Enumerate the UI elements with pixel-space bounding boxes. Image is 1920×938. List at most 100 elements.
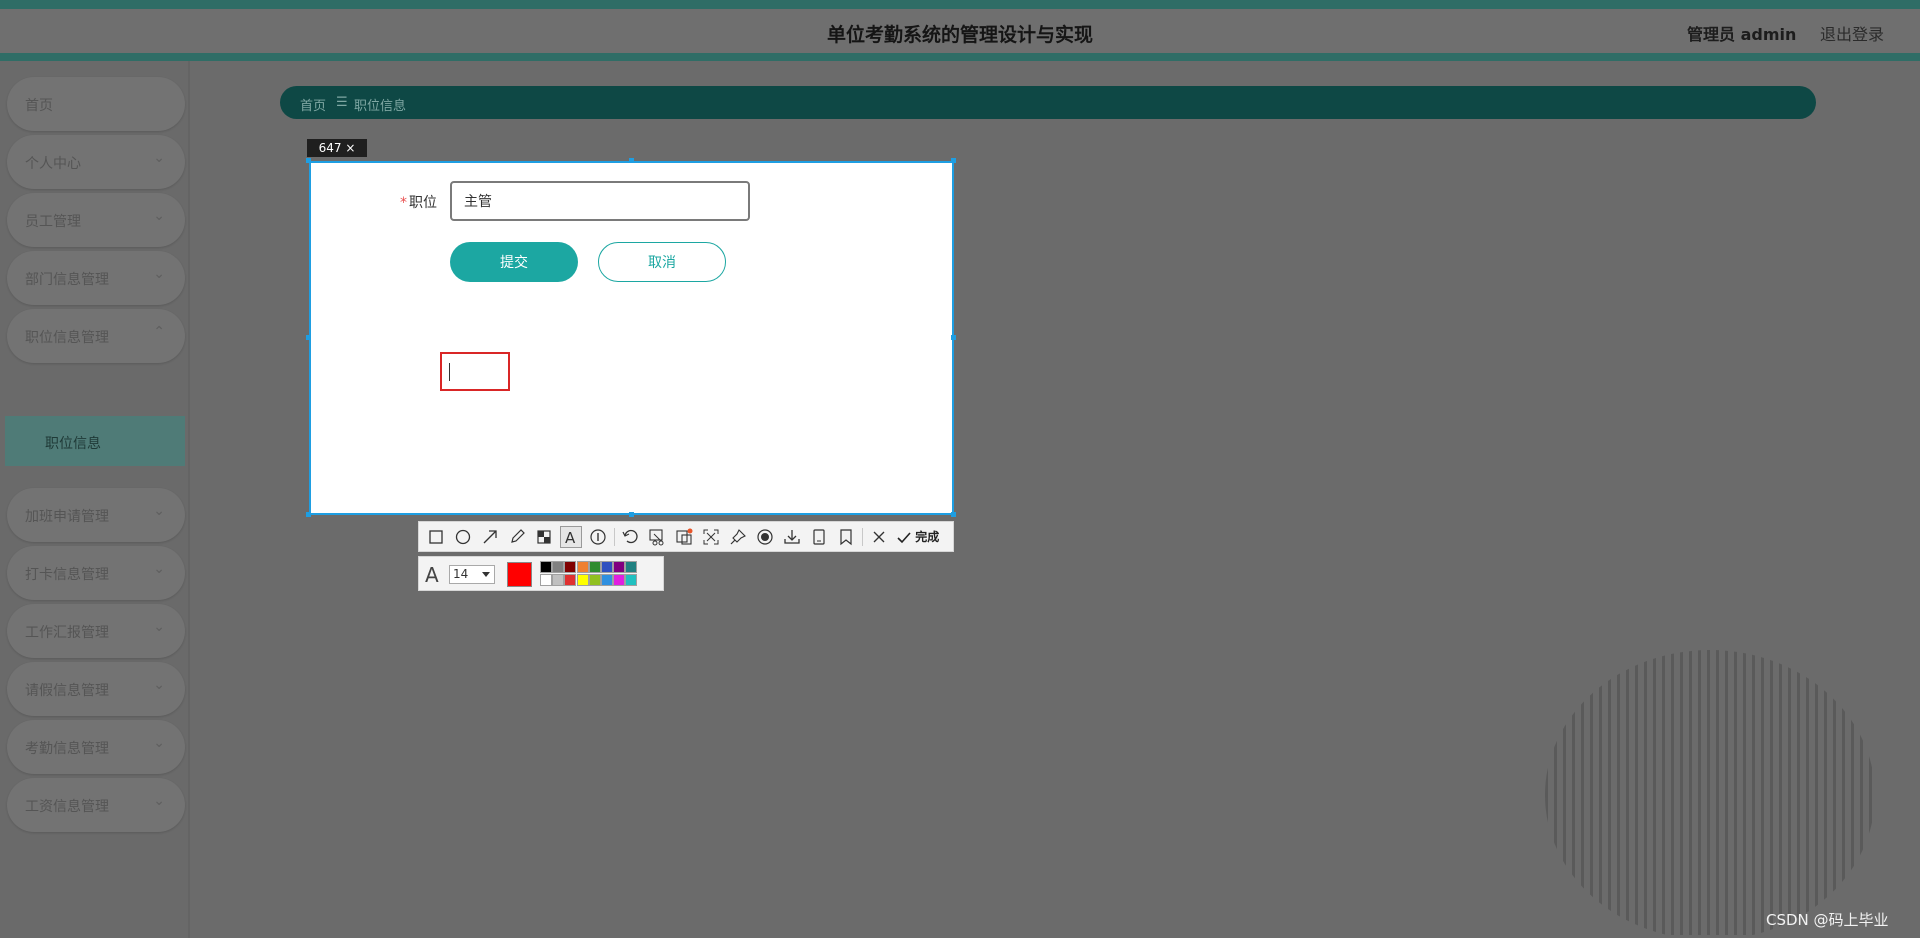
resize-handle-top-left[interactable] xyxy=(306,158,311,163)
mosaic-icon[interactable] xyxy=(533,526,555,548)
color-swatch[interactable] xyxy=(601,561,613,573)
toolbar-divider xyxy=(862,528,863,546)
chevron-down-icon: ⌄ xyxy=(153,150,165,166)
logout-link[interactable]: 退出登录 xyxy=(1820,21,1884,45)
sidebar: 首页 个人中心 ⌄ 员工管理 ⌄ 部门信息管理 ⌄ 职位信息管理 ⌃ 职位信息 … xyxy=(0,61,190,938)
color-swatch[interactable] xyxy=(625,561,638,573)
breadcrumb: 首页 ☰ 职位信息 xyxy=(280,86,1816,119)
decorative-stripe xyxy=(1770,650,1773,935)
sidebar-item-employees[interactable]: 员工管理 ⌄ xyxy=(7,193,185,247)
bookmark-icon[interactable] xyxy=(835,526,857,548)
decorative-stripe xyxy=(1617,650,1620,935)
sidebar-item-home[interactable]: 首页 xyxy=(7,77,185,131)
color-swatch[interactable] xyxy=(613,561,626,573)
decorative-stripe xyxy=(1797,650,1800,935)
capture-size-label: 647 × 356 xyxy=(307,139,367,173)
ocr-icon[interactable] xyxy=(673,526,695,548)
color-swatch[interactable] xyxy=(625,574,638,586)
phone-icon[interactable] xyxy=(808,526,830,548)
resize-handle-top[interactable] xyxy=(629,158,634,163)
decorative-stripe xyxy=(1545,650,1548,935)
sidebar-subitem-label: 职位信息 xyxy=(45,436,101,452)
color-swatch[interactable] xyxy=(540,561,552,573)
current-user: 管理员 admin xyxy=(1687,25,1797,44)
download-icon[interactable] xyxy=(781,526,803,548)
current-color-swatch[interactable] xyxy=(507,562,532,587)
font-size-value: 14 xyxy=(453,567,469,581)
decorative-stripe xyxy=(1671,650,1674,935)
text-icon[interactable]: A xyxy=(560,526,582,548)
sidebar-item-departments[interactable]: 部门信息管理 ⌄ xyxy=(7,251,185,305)
sidebar-item-attendance[interactable]: 考勤信息管理 ⌄ xyxy=(7,720,185,774)
submit-button[interactable]: 提交 xyxy=(450,242,578,282)
cut-icon[interactable] xyxy=(646,526,668,548)
pencil-icon[interactable] xyxy=(506,526,528,548)
chevron-down-icon: ⌄ xyxy=(153,266,165,282)
sidebar-item-positions[interactable]: 职位信息管理 ⌃ xyxy=(7,309,185,363)
sidebar-item-overtime[interactable]: 加班申请管理 ⌄ xyxy=(7,488,185,542)
required-mark: * xyxy=(400,195,407,211)
sidebar-item-work-report[interactable]: 工作汇报管理 ⌄ xyxy=(7,604,185,658)
color-swatch[interactable] xyxy=(552,561,565,573)
arrow-icon[interactable] xyxy=(479,526,501,548)
text-annotation-box[interactable] xyxy=(440,352,510,391)
long-capture-icon[interactable] xyxy=(700,526,722,548)
sidebar-item-label: 加班申请管理 xyxy=(25,509,109,525)
resize-handle-bottom-right[interactable] xyxy=(951,512,956,517)
sidebar-item-leave[interactable]: 请假信息管理 ⌄ xyxy=(7,662,185,716)
serial-number-icon[interactable] xyxy=(587,526,609,548)
record-icon[interactable] xyxy=(754,526,776,548)
color-swatch[interactable] xyxy=(564,574,577,586)
color-swatch[interactable] xyxy=(588,574,601,586)
sidebar-item-salary[interactable]: 工资信息管理 ⌄ xyxy=(7,778,185,832)
sidebar-item-clock-in[interactable]: 打卡信息管理 ⌄ xyxy=(7,546,185,600)
color-swatch[interactable] xyxy=(540,574,552,586)
color-swatch[interactable] xyxy=(588,561,601,573)
resize-handle-right[interactable] xyxy=(951,335,956,340)
ellipse-icon[interactable] xyxy=(452,526,474,548)
undo-icon[interactable] xyxy=(619,526,641,548)
done-button[interactable]: 完成 xyxy=(897,528,939,548)
pin-icon[interactable] xyxy=(727,526,749,548)
resize-handle-bottom[interactable] xyxy=(629,512,634,517)
decorative-stripe xyxy=(1662,650,1665,935)
position-input[interactable] xyxy=(450,181,750,221)
chevron-up-icon: ⌃ xyxy=(153,324,165,340)
sidebar-item-personal-center[interactable]: 个人中心 ⌄ xyxy=(7,135,185,189)
decorative-stripe xyxy=(1851,650,1854,935)
breadcrumb-current: 职位信息 xyxy=(354,99,407,114)
decorative-stripe xyxy=(1806,650,1809,935)
decorative-stripe xyxy=(1599,650,1602,935)
resize-handle-left[interactable] xyxy=(306,335,311,340)
close-icon[interactable] xyxy=(868,526,890,548)
cancel-button[interactable]: 取消 xyxy=(598,242,726,282)
rectangle-icon[interactable] xyxy=(425,526,447,548)
color-swatch[interactable] xyxy=(576,561,589,573)
decorative-stripe xyxy=(1608,650,1611,935)
resize-handle-top-right[interactable] xyxy=(951,158,956,163)
decorative-stripe xyxy=(1788,650,1791,935)
sidebar-item-label: 首页 xyxy=(25,98,53,114)
decorative-stripe xyxy=(1590,650,1593,935)
color-swatch[interactable] xyxy=(576,574,589,586)
text-caret xyxy=(449,363,450,381)
chevron-down-icon: ⌄ xyxy=(153,793,165,809)
decorative-stripe xyxy=(1761,650,1764,935)
decorative-stripe xyxy=(1842,650,1845,935)
color-swatch[interactable] xyxy=(552,574,565,586)
sidebar-subitem-position-info[interactable]: 职位信息 xyxy=(5,416,185,466)
position-field-label: * 职位 xyxy=(400,192,437,212)
color-swatch[interactable] xyxy=(601,574,613,586)
decorative-stripe xyxy=(1716,650,1719,935)
font-size-select[interactable]: 14 xyxy=(449,565,495,584)
decorative-stripe xyxy=(1635,650,1638,935)
resize-handle-bottom-left[interactable] xyxy=(306,512,311,517)
color-swatch[interactable] xyxy=(613,574,626,586)
color-swatch[interactable] xyxy=(564,561,577,573)
decorative-stripe xyxy=(1680,650,1683,935)
decorative-stripe xyxy=(1653,650,1656,935)
breadcrumb-home[interactable]: 首页 xyxy=(300,95,326,114)
decorative-stripe xyxy=(1725,650,1728,935)
position-label-text: 职位 xyxy=(409,195,437,211)
header-top-strip xyxy=(0,0,1920,9)
